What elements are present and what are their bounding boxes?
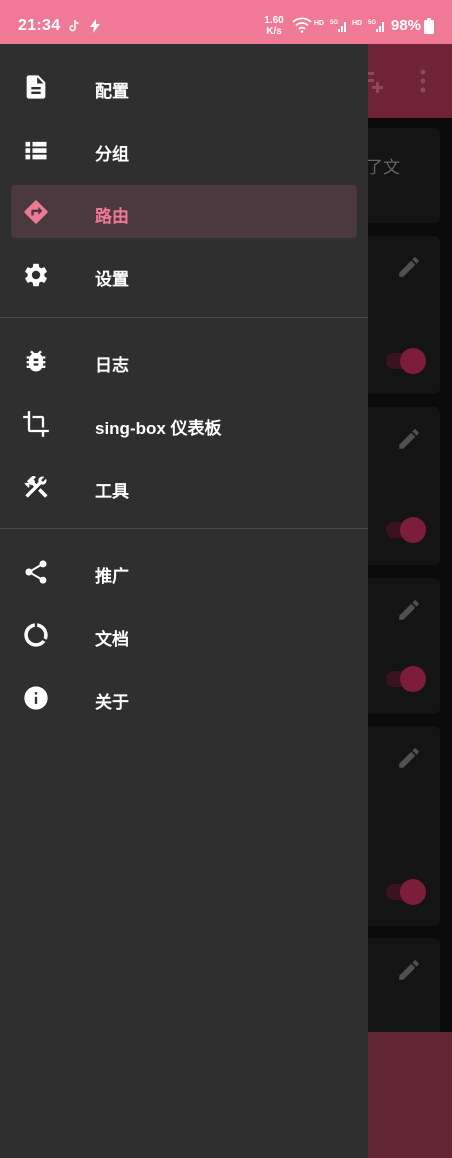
share-icon bbox=[25, 560, 47, 584]
profile-toggle[interactable] bbox=[400, 348, 426, 374]
crop-icon bbox=[23, 411, 49, 437]
info-icon bbox=[24, 686, 48, 710]
edit-icon[interactable] bbox=[396, 597, 422, 623]
nav-item-label: 分组 bbox=[95, 145, 129, 164]
navigation-drawer: 配置 分组 路由 设置 日志 sing-box 仪表板 工具 推广 文档 关于 bbox=[0, 44, 368, 1158]
nav-item-tools[interactable]: 工具 bbox=[0, 460, 368, 514]
profile-toggle[interactable] bbox=[400, 666, 426, 692]
battery-percent: 98% bbox=[391, 17, 422, 34]
svg-text:5G: 5G bbox=[368, 20, 376, 26]
flash-icon bbox=[90, 19, 100, 33]
nav-item-route[interactable]: 路由 bbox=[0, 185, 368, 239]
hd-icon: HD bbox=[314, 20, 325, 27]
wifi-icon bbox=[292, 17, 312, 33]
divider bbox=[0, 317, 368, 318]
hd-icon: HD bbox=[352, 20, 363, 27]
profile-toggle[interactable] bbox=[400, 879, 426, 905]
nav-item-docs[interactable]: 文档 bbox=[0, 608, 368, 662]
nav-item-label: 日志 bbox=[95, 356, 129, 375]
nav-item-settings[interactable]: 设置 bbox=[0, 248, 368, 302]
svg-text:5G: 5G bbox=[330, 20, 338, 26]
nav-item-label: 文档 bbox=[95, 630, 129, 649]
nav-item-label: 路由 bbox=[95, 207, 129, 226]
battery-icon bbox=[424, 18, 434, 34]
signal-5g-icon: 5G bbox=[330, 20, 346, 32]
tiktok-icon bbox=[69, 19, 79, 32]
bug-icon bbox=[26, 350, 46, 372]
edit-icon[interactable] bbox=[396, 426, 422, 452]
divider bbox=[0, 528, 368, 529]
nav-item-groups[interactable]: 分组 bbox=[0, 123, 368, 177]
circle-notch-icon bbox=[24, 623, 48, 647]
edit-icon[interactable] bbox=[396, 254, 422, 280]
status-time: 21:34 bbox=[18, 17, 61, 34]
signal-5g-icon: 5G bbox=[368, 20, 384, 32]
document-icon bbox=[26, 75, 46, 99]
more-vert-icon[interactable] bbox=[418, 68, 428, 94]
nav-item-label: 关于 bbox=[95, 693, 129, 712]
card-text: 了文 bbox=[366, 158, 400, 177]
route-icon bbox=[24, 200, 48, 224]
network-speed: 1.60 K/s bbox=[264, 15, 284, 37]
list-icon bbox=[25, 141, 47, 160]
nav-item-label: 推广 bbox=[95, 567, 129, 586]
edit-icon[interactable] bbox=[396, 745, 422, 771]
nav-item-promote[interactable]: 推广 bbox=[0, 545, 368, 599]
nav-item-about[interactable]: 关于 bbox=[0, 671, 368, 725]
profile-toggle[interactable] bbox=[400, 517, 426, 543]
nav-item-label: 配置 bbox=[95, 82, 129, 101]
nav-item-label: 工具 bbox=[95, 482, 129, 501]
nav-item-config[interactable]: 配置 bbox=[0, 60, 368, 114]
nav-item-label: 设置 bbox=[95, 270, 129, 289]
status-bar: 21:34 1.60 K/s HD 5G HD 5G 98% bbox=[0, 0, 452, 44]
nav-item-label: sing-box 仪表板 bbox=[95, 419, 222, 438]
nav-item-dashboard[interactable]: sing-box 仪表板 bbox=[0, 397, 368, 451]
edit-icon[interactable] bbox=[396, 957, 422, 983]
tools-icon bbox=[24, 476, 48, 498]
nav-item-logs[interactable]: 日志 bbox=[0, 334, 368, 388]
gear-icon bbox=[25, 263, 47, 287]
